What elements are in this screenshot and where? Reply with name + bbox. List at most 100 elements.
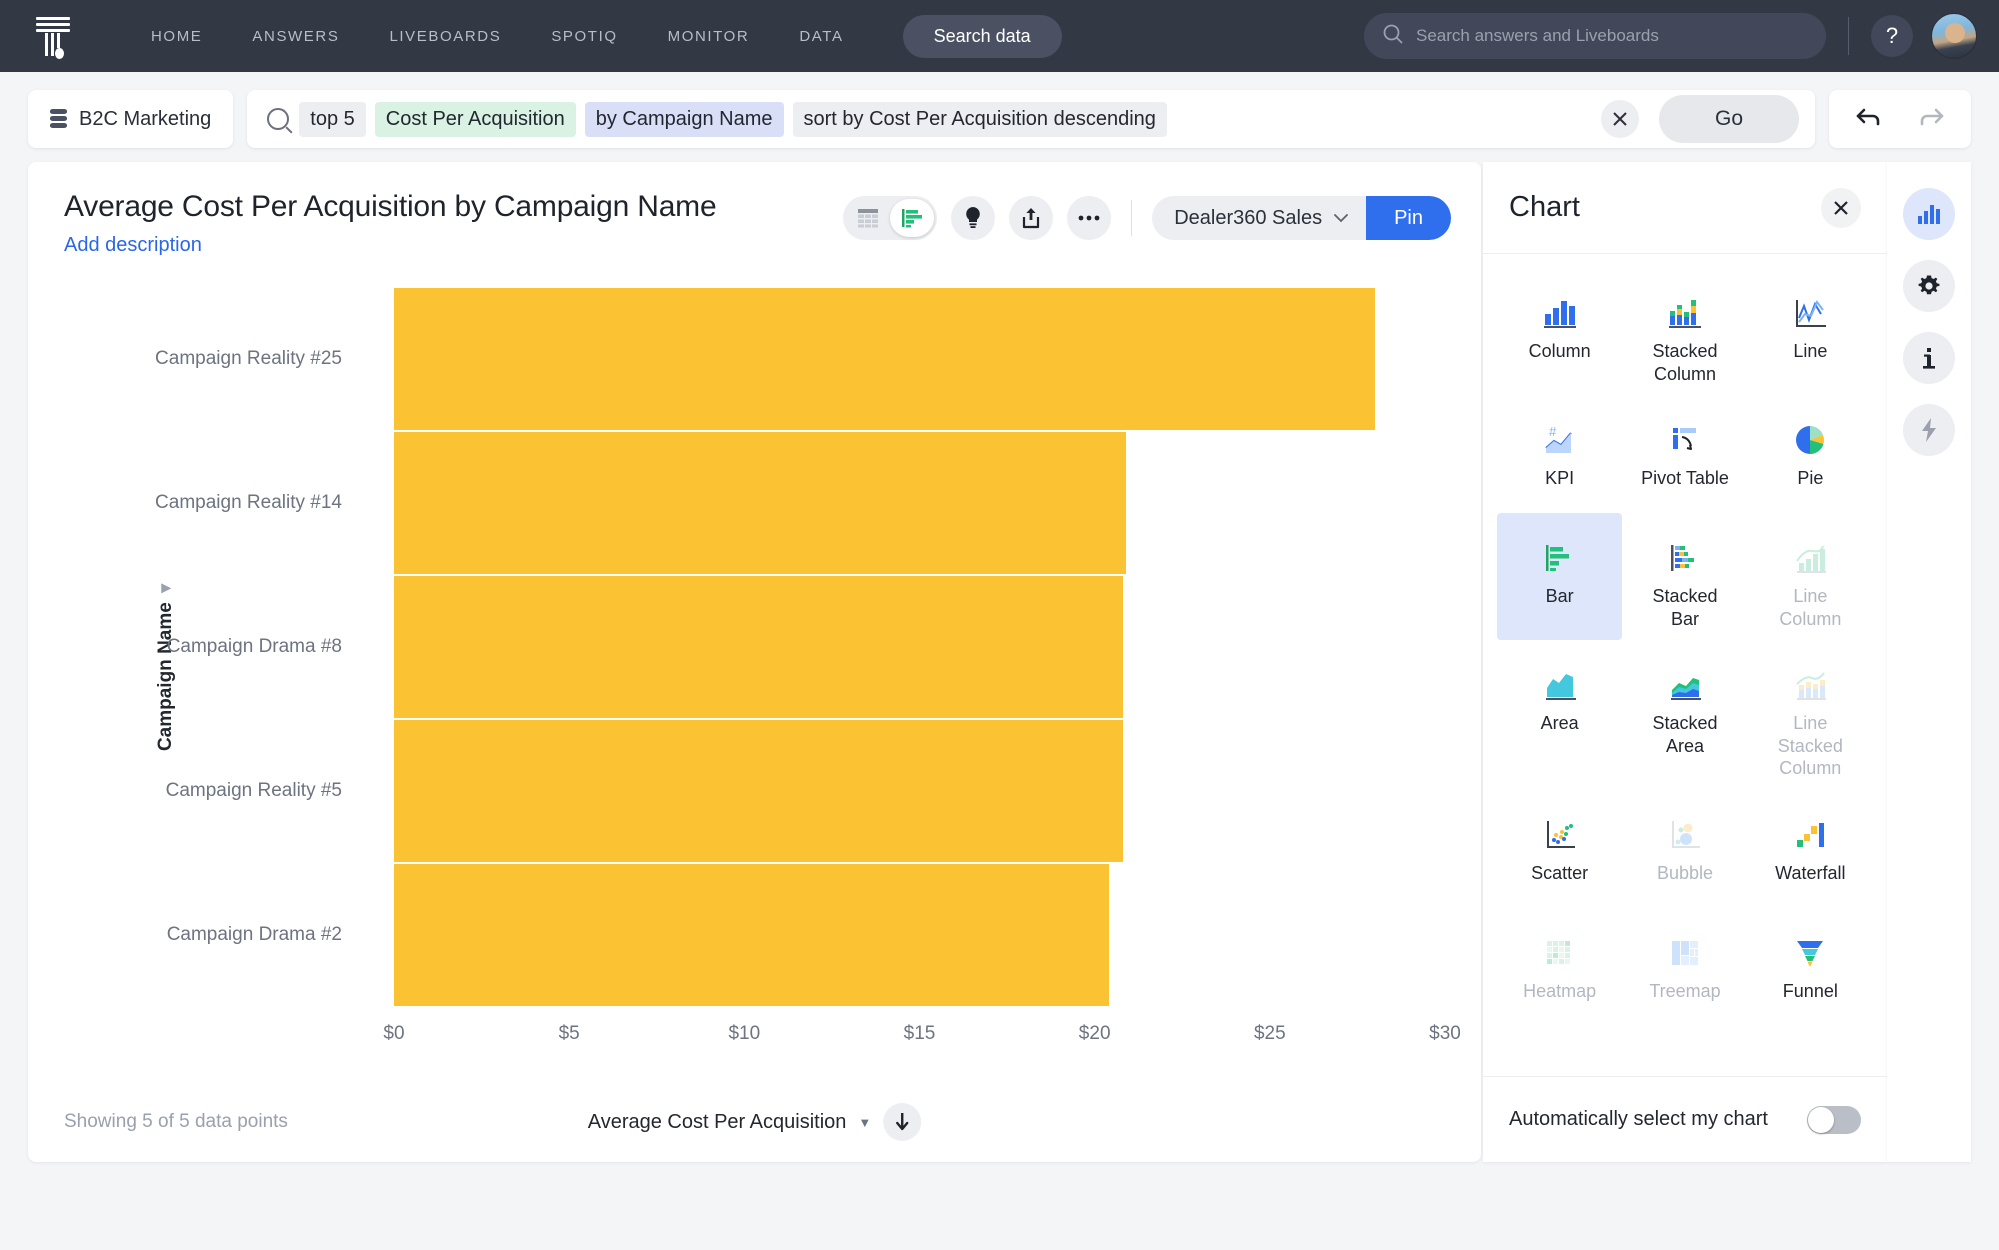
query-token-top5[interactable]: top 5 xyxy=(299,101,366,137)
nav-item-spotiq[interactable]: SPOTIQ xyxy=(526,18,642,55)
clear-query-button[interactable] xyxy=(1600,100,1639,138)
bar-1[interactable] xyxy=(394,432,1127,574)
toolbar-divider xyxy=(1131,200,1133,236)
chart-panel-title: Chart xyxy=(1509,191,1580,223)
chart-type-bar[interactable]: Bar xyxy=(1497,513,1623,640)
svg-text:#: # xyxy=(1549,424,1557,439)
bar-4[interactable] xyxy=(394,864,1109,1006)
heatmap-chart-icon xyxy=(1540,926,1580,970)
chart-type-label: Heatmap xyxy=(1523,980,1597,1001)
search-query-bar[interactable]: top 5 Cost Per Acquisition by Campaign N… xyxy=(247,90,1815,148)
nav-item-liveboards[interactable]: LIVEBOARDS xyxy=(364,18,526,55)
bolt-icon[interactable] xyxy=(1903,404,1955,456)
user-avatar[interactable] xyxy=(1931,13,1977,59)
info-icon[interactable] xyxy=(1903,332,1955,384)
pin-target-selector[interactable]: Dealer360 Sales xyxy=(1152,196,1367,240)
y-tick-label: Campaign Reality #25 xyxy=(155,348,342,369)
search-row: B2C Marketing top 5 Cost Per Acquisition… xyxy=(0,72,1999,162)
spotiq-insights-button[interactable] xyxy=(951,196,996,240)
chart-type-stacked-area[interactable]: Stacked Area xyxy=(1622,640,1747,790)
chart-type-scatter[interactable]: Scatter xyxy=(1497,790,1622,908)
chart-type-waterfall[interactable]: Waterfall xyxy=(1748,790,1873,908)
chart-type-area[interactable]: Area xyxy=(1497,640,1622,790)
pin-button[interactable]: Pin xyxy=(1366,196,1451,240)
close-icon[interactable] xyxy=(1821,187,1861,228)
chart-type-label: Waterfall xyxy=(1775,862,1846,883)
page-title: Average Cost Per Acquisition by Campaign… xyxy=(64,190,717,223)
answer-footer: Showing 5 of 5 data points Average Cost … xyxy=(28,1082,1481,1162)
view-toggle-group xyxy=(843,196,938,240)
bar-0[interactable] xyxy=(394,288,1375,430)
table-view-button[interactable] xyxy=(846,199,890,237)
share-button[interactable] xyxy=(1009,196,1054,240)
chart-type-line[interactable]: Line xyxy=(1748,268,1873,395)
chart-type-label: Stacked Area xyxy=(1652,713,1718,756)
search-data-button[interactable]: Search data xyxy=(902,14,1062,58)
go-button[interactable]: Go xyxy=(1658,95,1799,143)
x-tick-label: $15 xyxy=(903,1023,936,1044)
chart-type-treemap: Treemap xyxy=(1622,908,1747,1026)
bar-row xyxy=(394,431,1445,575)
chart-type-label: Stacked Bar xyxy=(1652,586,1718,629)
chart-type-stacked-column[interactable]: Stacked Column xyxy=(1622,268,1747,395)
global-search-input[interactable]: Search answers and Liveboards xyxy=(1364,13,1826,59)
data-source-selector[interactable]: B2C Marketing xyxy=(28,90,234,148)
chart-type-kpi[interactable]: # KPI xyxy=(1497,395,1622,513)
nav-item-monitor[interactable]: MONITOR xyxy=(643,18,775,55)
chart-config-icon[interactable] xyxy=(1903,188,1955,240)
bubble-chart-icon xyxy=(1665,808,1705,852)
x-tick-label: $30 xyxy=(1429,1023,1461,1044)
x-tick-label: $10 xyxy=(728,1023,761,1044)
nav-item-data[interactable]: DATA xyxy=(774,18,868,55)
y-tick-label: Campaign Drama #8 xyxy=(166,636,342,657)
treemap-chart-icon xyxy=(1665,926,1705,970)
chart-type-pie[interactable]: Pie xyxy=(1748,395,1873,513)
settings-gear-icon[interactable] xyxy=(1903,260,1955,312)
query-token-attribute[interactable]: by Campaign Name xyxy=(584,101,784,137)
chart-type-column[interactable]: Column xyxy=(1497,268,1622,395)
bar-row xyxy=(394,863,1445,1007)
chart-type-label: Pivot Table xyxy=(1641,468,1729,488)
help-button[interactable]: ? xyxy=(1871,15,1913,57)
data-source-label: B2C Marketing xyxy=(79,107,212,130)
query-token-measure[interactable]: Cost Per Acquisition xyxy=(374,101,576,137)
chart-type-funnel[interactable]: Funnel xyxy=(1748,908,1873,1026)
undo-icon[interactable] xyxy=(1855,105,1883,134)
chart-view-button[interactable] xyxy=(890,199,935,237)
chart-type-stacked-bar[interactable]: Stacked Bar xyxy=(1622,513,1747,640)
bar-2[interactable] xyxy=(394,576,1123,718)
chart-type-label: Bubble xyxy=(1656,862,1714,883)
chart-type-label: Scatter xyxy=(1531,862,1589,883)
answer-header: Average Cost Per Acquisition by Campaign… xyxy=(28,162,1481,257)
line-column-chart-icon xyxy=(1790,531,1830,575)
auto-select-toggle[interactable] xyxy=(1807,1105,1861,1134)
chart-type-panel: Chart Column Stacked Column Line # KPI Pivot … xyxy=(1483,162,1887,1162)
y-tick-label: Campaign Reality #14 xyxy=(155,492,342,513)
chart-type-label: Treemap xyxy=(1649,980,1721,1001)
global-search-placeholder: Search answers and Liveboards xyxy=(1416,26,1659,45)
query-token-sort[interactable]: sort by Cost Per Acquisition descending xyxy=(792,101,1167,137)
nav-item-home[interactable]: HOME xyxy=(126,18,227,55)
thoughtspot-logo[interactable] xyxy=(22,15,84,59)
answer-card: Average Cost Per Acquisition by Campaign… xyxy=(28,162,1481,1162)
redo-icon[interactable] xyxy=(1917,105,1945,134)
chevron-down-icon[interactable]: ▼ xyxy=(858,1115,871,1130)
data-point-count: Showing 5 of 5 data points xyxy=(64,1111,288,1132)
right-icon-rail xyxy=(1887,162,1971,1162)
chevron-down-icon xyxy=(1334,213,1348,222)
answer-toolbar: Dealer360 Sales Pin xyxy=(843,190,1451,240)
bar-series xyxy=(394,287,1445,1007)
bar-3[interactable] xyxy=(394,720,1123,862)
more-options-button[interactable] xyxy=(1067,196,1112,240)
nav-divider xyxy=(1848,17,1849,55)
add-description-link[interactable]: Add description xyxy=(64,234,843,257)
chart-type-label: Line Column xyxy=(1779,586,1842,629)
sort-descending-button[interactable] xyxy=(883,1103,922,1141)
bar-row xyxy=(394,575,1445,719)
chart-type-label: Funnel xyxy=(1782,980,1838,1001)
auto-select-label: Automatically select my chart xyxy=(1509,1108,1768,1130)
chart-type-label: Area xyxy=(1540,713,1579,733)
nav-item-answers[interactable]: ANSWERS xyxy=(227,18,364,55)
chart-type-label: Pie xyxy=(1797,468,1824,488)
chart-type-pivot-table[interactable]: Pivot Table xyxy=(1622,395,1747,513)
